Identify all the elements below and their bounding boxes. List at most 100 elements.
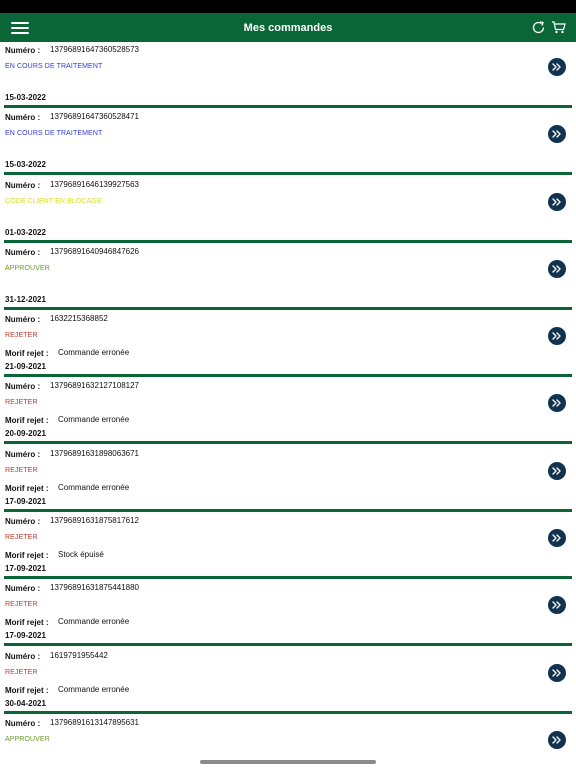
motif-value: Commande erronée [58,617,130,626]
top-navigation-bar: Mes commandes [0,13,576,42]
order-card[interactable]: Numéro : 13796891632127108127 REJETER Morif… [0,378,576,445]
order-card[interactable]: Numéro : 13796891613147895631 APPROUVER [0,715,576,782]
numero-label: Numéro : [5,719,41,728]
order-number: 13796891613147895631 [50,718,139,727]
numero-label: Numéro : [5,584,41,593]
order-divider [4,441,572,444]
order-date: 30-04-2021 [5,699,46,708]
open-order-button[interactable] [548,193,566,211]
open-order-button[interactable] [548,529,566,547]
order-status: REJETER [5,601,38,608]
order-card[interactable]: Numéro : 13796891631898063671 REJETER Morif… [0,446,576,513]
order-divider [4,240,572,243]
numero-label: Numéro : [5,382,41,391]
order-number: 13796891646139927563 [50,180,139,189]
order-card[interactable]: Numéro : 13796891646139927563 CODE CLIENT … [0,177,576,244]
order-divider [4,509,572,512]
double-chevron-right-icon [552,265,561,273]
motif-value: Commande erronée [58,415,130,424]
hamburger-menu-icon[interactable] [11,22,29,34]
numero-label: Numéro : [5,46,41,55]
order-card[interactable]: Numéro : 13796891647360528471 EN COURS DE … [0,109,576,176]
order-number: 13796891647360528471 [50,112,139,121]
order-date: 17-09-2021 [5,497,46,506]
open-order-button[interactable] [548,125,566,143]
order-date: 17-09-2021 [5,564,46,573]
motif-value: Stock épuisé [58,550,104,559]
order-number: 13796891631898063671 [50,449,139,458]
double-chevron-right-icon [552,534,561,542]
double-chevron-right-icon [552,130,561,138]
order-date: 15-03-2022 [5,160,46,169]
order-card[interactable]: Numéro : 13796891640946847626 APPROUVER 31-… [0,244,576,311]
order-card[interactable]: Numéro : 1619791955442 REJETER Morif rejet … [0,648,576,715]
motif-label: Morif rejet : [5,551,49,560]
order-status: REJETER [5,534,38,541]
numero-label: Numéro : [5,113,41,122]
motif-label: Morif rejet : [5,416,49,425]
numero-label: Numéro : [5,315,41,324]
shopping-cart-icon[interactable] [551,21,566,34]
double-chevron-right-icon [552,198,561,206]
page-title: Mes commandes [243,21,333,34]
open-order-button[interactable] [548,462,566,480]
order-status: REJETER [5,467,38,474]
order-divider [4,643,572,646]
double-chevron-right-icon [552,399,561,407]
order-divider [4,711,572,714]
motif-value: Commande erronée [58,348,130,357]
order-divider [4,172,572,175]
double-chevron-right-icon [552,332,561,340]
order-card[interactable]: Numéro : 13796891631875817612 REJETER Morif… [0,513,576,580]
order-card[interactable]: Numéro : 13796891631875441880 REJETER Morif… [0,580,576,647]
order-status: CODE CLIENT EN BLOCAGE [5,198,102,205]
order-date: 01-03-2022 [5,228,46,237]
order-number: 13796891631875441880 [50,583,139,592]
order-date: 31-12-2021 [5,295,46,304]
open-order-button[interactable] [548,58,566,76]
motif-label: Morif rejet : [5,349,49,358]
order-status: EN COURS DE TRAITEMENT [5,63,103,70]
double-chevron-right-icon [552,467,561,475]
order-divider [4,307,572,310]
double-chevron-right-icon [552,669,561,677]
motif-label: Morif rejet : [5,686,49,695]
order-status: REJETER [5,332,38,339]
order-number: 13796891632127108127 [50,381,139,390]
order-date: 17-09-2021 [5,631,46,640]
double-chevron-right-icon [552,736,561,744]
motif-value: Commande erronée [58,483,130,492]
motif-label: Morif rejet : [5,618,49,627]
order-card[interactable]: Numéro : 1632215368852 REJETER Morif rejet … [0,311,576,378]
order-number: 1619791955442 [50,651,108,660]
status-bar [0,0,576,13]
open-order-button[interactable] [548,394,566,412]
numero-label: Numéro : [5,181,41,190]
open-order-button[interactable] [548,327,566,345]
open-order-button[interactable] [548,664,566,682]
order-status: REJETER [5,399,38,406]
open-order-button[interactable] [548,596,566,614]
numero-label: Numéro : [5,450,41,459]
open-order-button[interactable] [548,731,566,749]
order-date: 21-09-2021 [5,362,46,371]
refresh-icon[interactable] [531,20,546,35]
order-divider [4,105,572,108]
double-chevron-right-icon [552,601,561,609]
order-number: 13796891647360528573 [50,45,139,54]
order-status: EN COURS DE TRAITEMENT [5,130,103,137]
numero-label: Numéro : [5,248,41,257]
order-card[interactable]: Numéro : 13796891647360528573 EN COURS DE … [0,42,576,109]
double-chevron-right-icon [552,63,561,71]
order-status: REJETER [5,669,38,676]
numero-label: Numéro : [5,652,41,661]
order-divider [4,374,572,377]
order-date: 20-09-2021 [5,429,46,438]
order-number: 13796891640946847626 [50,247,139,256]
home-indicator[interactable] [200,760,376,764]
open-order-button[interactable] [548,260,566,278]
motif-value: Commande erronée [58,685,130,694]
order-status: APPROUVER [5,265,50,272]
order-number: 13796891631875817612 [50,516,139,525]
motif-label: Morif rejet : [5,484,49,493]
